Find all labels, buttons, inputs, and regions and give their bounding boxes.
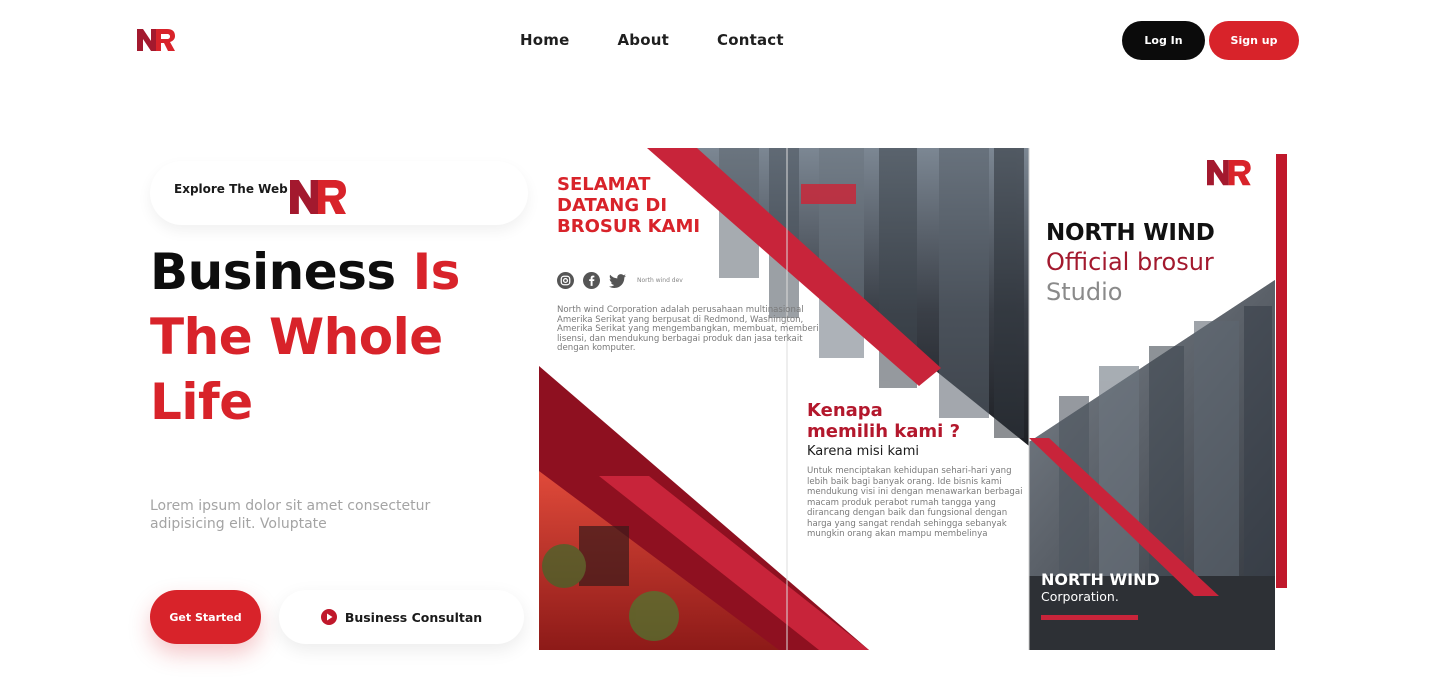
nr-logo-icon[interactable] bbox=[137, 29, 175, 51]
get-started-button[interactable]: Get Started bbox=[150, 590, 261, 644]
brochure-welcome: SELAMAT DATANG DI BROSUR KAMI bbox=[557, 174, 757, 237]
headline-life: Life bbox=[150, 373, 253, 431]
business-consultan-button[interactable]: Business Consultan bbox=[279, 590, 524, 644]
nav-contact[interactable]: Contact bbox=[717, 31, 784, 49]
headline-the-whole: The Whole bbox=[150, 308, 443, 366]
explore-label: Explore The Web bbox=[174, 182, 288, 196]
hero-headline: Business Is The Whole Life bbox=[150, 240, 510, 435]
welcome-line-1: SELAMAT bbox=[557, 174, 651, 195]
signup-button[interactable]: Sign up bbox=[1209, 21, 1299, 60]
why-line-1: Kenapa bbox=[807, 400, 883, 421]
headline-word-is: Is bbox=[412, 243, 461, 301]
landing-page: Home About Contact Log In Sign up Explor… bbox=[0, 0, 1435, 686]
cover-title: NORTH WIND bbox=[1046, 220, 1215, 246]
welcome-line-2: DATANG DI bbox=[557, 195, 668, 216]
twitter-icon bbox=[609, 274, 626, 288]
nav-about[interactable]: About bbox=[617, 31, 669, 49]
login-button[interactable]: Log In bbox=[1122, 21, 1205, 60]
play-icon bbox=[320, 609, 337, 625]
social-handle: North wind dev bbox=[637, 277, 683, 284]
main-nav: Home About Contact bbox=[520, 31, 784, 49]
welcome-line-3: BROSUR KAMI bbox=[557, 216, 701, 237]
panel1-body: North wind Corporation adalah perusahaan… bbox=[557, 305, 819, 354]
headline-word-business: Business bbox=[150, 243, 396, 301]
cover-footer-sub: Corporation. bbox=[1041, 589, 1119, 604]
brochure-image: SELAMAT DATANG DI BROSUR KAMI North wind… bbox=[539, 146, 1287, 652]
cover-footer-title: NORTH WIND bbox=[1041, 570, 1160, 589]
brochure-why: Kenapa memilih kami ? bbox=[807, 400, 1007, 442]
cover-studio: Studio bbox=[1046, 278, 1123, 306]
facebook-icon bbox=[583, 272, 600, 289]
business-consultan-label: Business Consultan bbox=[344, 609, 483, 625]
instagram-icon bbox=[557, 272, 574, 289]
brochure-social: North wind dev bbox=[557, 272, 683, 289]
panel2-body: Untuk menciptakan kehidupan sehari-hari … bbox=[807, 466, 1023, 539]
brochure-mission: Karena misi kami bbox=[807, 444, 919, 459]
nav-home[interactable]: Home bbox=[520, 31, 569, 49]
why-line-2: memilih kami ? bbox=[807, 421, 961, 442]
cover-subtitle: Official brosur bbox=[1046, 248, 1214, 276]
hero-description: Lorem ipsum dolor sit amet consectetur a… bbox=[150, 498, 431, 532]
nr-logo-icon bbox=[290, 180, 346, 214]
